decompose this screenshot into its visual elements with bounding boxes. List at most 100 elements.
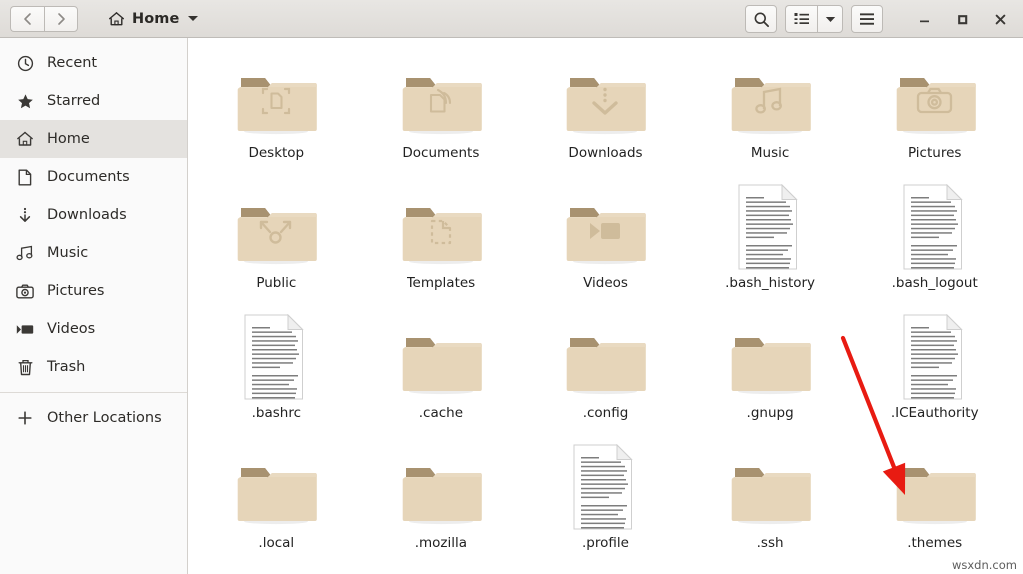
- file-item[interactable]: Videos: [523, 180, 688, 310]
- file-item[interactable]: Music: [688, 50, 853, 180]
- file-label: .gnupg: [746, 405, 794, 421]
- folder-icon: [402, 338, 482, 395]
- file-item[interactable]: .bash_logout: [852, 180, 1017, 310]
- file-icon: [728, 50, 812, 140]
- navigation-button-group: [10, 5, 78, 32]
- plus-icon: [16, 410, 34, 426]
- file-label: Documents: [402, 145, 480, 161]
- maximize-icon: [957, 14, 967, 24]
- watermark-text: wsxdn.com: [951, 558, 1017, 572]
- file-icon: [399, 310, 483, 400]
- sidebar-item-label: Music: [47, 245, 89, 261]
- header-bar: Home: [0, 0, 1023, 38]
- file-label: Videos: [583, 275, 628, 291]
- search-button[interactable]: [745, 5, 777, 33]
- sidebar-item-other-locations[interactable]: Other Locations: [0, 399, 187, 437]
- sidebar-item-label: Recent: [47, 55, 98, 71]
- sidebar-item-home[interactable]: Home: [0, 120, 187, 158]
- file-item[interactable]: .profile: [523, 440, 688, 570]
- folder-icon: [402, 208, 482, 265]
- trash-icon: [16, 359, 34, 376]
- file-label: .config: [582, 405, 629, 421]
- view-button-group: [785, 5, 843, 33]
- text-file-icon: [244, 314, 305, 400]
- sidebar-item-starred[interactable]: Starred: [0, 82, 187, 120]
- file-label: .cache: [418, 405, 464, 421]
- file-icon: [901, 310, 969, 400]
- file-icon: [399, 440, 483, 530]
- file-item[interactable]: .gnupg: [688, 310, 853, 440]
- sidebar-item-trash[interactable]: Trash: [0, 348, 187, 386]
- main-menu-button[interactable]: [851, 5, 883, 33]
- list-view-button[interactable]: [785, 5, 817, 33]
- file-item[interactable]: .bashrc: [194, 310, 359, 440]
- chevron-right-icon: [57, 12, 65, 25]
- sidebar-item-label: Starred: [47, 93, 101, 109]
- chevron-down-icon[interactable]: [188, 16, 199, 21]
- maximize-button[interactable]: [943, 0, 981, 38]
- text-file-icon: [738, 184, 798, 270]
- text-file-icon: [903, 314, 963, 400]
- forward-button[interactable]: [44, 5, 78, 32]
- file-label: Pictures: [907, 145, 962, 161]
- file-item[interactable]: .local: [194, 440, 359, 570]
- file-icon: [736, 180, 804, 270]
- file-icon: [242, 310, 310, 400]
- file-item[interactable]: Desktop: [194, 50, 359, 180]
- file-item[interactable]: Documents: [359, 50, 524, 180]
- file-item[interactable]: Downloads: [523, 50, 688, 180]
- file-icon: [399, 50, 483, 140]
- file-item[interactable]: .config: [523, 310, 688, 440]
- file-item[interactable]: .ICEauthority: [852, 310, 1017, 440]
- sidebar-item-label: Downloads: [47, 207, 127, 223]
- file-item[interactable]: .bash_history: [688, 180, 853, 310]
- text-file-icon: [573, 444, 634, 530]
- file-icon: [234, 440, 318, 530]
- file-item[interactable]: Templates: [359, 180, 524, 310]
- file-label: Downloads: [568, 145, 643, 161]
- folder-icon: [567, 78, 647, 135]
- breadcrumb[interactable]: Home: [108, 11, 199, 27]
- file-icon: [234, 50, 318, 140]
- file-item[interactable]: .themes: [852, 440, 1017, 570]
- list-view-icon: [794, 13, 809, 24]
- file-item[interactable]: Public: [194, 180, 359, 310]
- file-label: .bash_logout: [891, 275, 978, 291]
- file-list-view[interactable]: Desktop Documents Downloads Music Pictures Pu…: [188, 38, 1023, 574]
- folder-icon: [567, 208, 647, 265]
- file-icon: [399, 180, 483, 270]
- file-label: Desktop: [248, 145, 305, 161]
- back-button[interactable]: [10, 5, 44, 32]
- camera-icon: [16, 284, 34, 299]
- sidebar-item-recent[interactable]: Recent: [0, 44, 187, 82]
- sidebar-item-downloads[interactable]: Downloads: [0, 196, 187, 234]
- folder-icon: [731, 468, 811, 525]
- file-icon: [893, 50, 977, 140]
- star-icon: [16, 93, 34, 110]
- sidebar-item-videos[interactable]: Videos: [0, 310, 187, 348]
- sidebar-places-list: Recent Starred Home Documents Downloads Music…: [0, 44, 187, 386]
- sidebar-item-label: Home: [47, 131, 90, 147]
- sidebar-item-pictures[interactable]: Pictures: [0, 272, 187, 310]
- file-label: .bash_history: [725, 275, 816, 291]
- file-item[interactable]: .cache: [359, 310, 524, 440]
- window-controls: [905, 0, 1019, 38]
- sidebar: Recent Starred Home Documents Downloads Music…: [0, 38, 188, 574]
- folder-icon: [237, 208, 318, 265]
- sidebar-item-music[interactable]: Music: [0, 234, 187, 272]
- sidebar-divider: [0, 392, 187, 393]
- close-button[interactable]: [981, 0, 1019, 38]
- file-manager-window: Home Recent Starred Home Documents Downl…: [0, 0, 1023, 574]
- file-label: .local: [258, 535, 295, 551]
- sidebar-item-documents[interactable]: Documents: [0, 158, 187, 196]
- file-item[interactable]: Pictures: [852, 50, 1017, 180]
- sidebar-item-label: Pictures: [47, 283, 105, 299]
- view-options-dropdown[interactable]: [817, 5, 843, 33]
- file-item[interactable]: .ssh: [688, 440, 853, 570]
- folder-icon: [237, 78, 318, 135]
- chevron-down-icon: [825, 16, 835, 22]
- sidebar-item-label: Videos: [47, 321, 96, 337]
- music-icon: [16, 245, 34, 261]
- minimize-button[interactable]: [905, 0, 943, 38]
- file-item[interactable]: .mozilla: [359, 440, 524, 570]
